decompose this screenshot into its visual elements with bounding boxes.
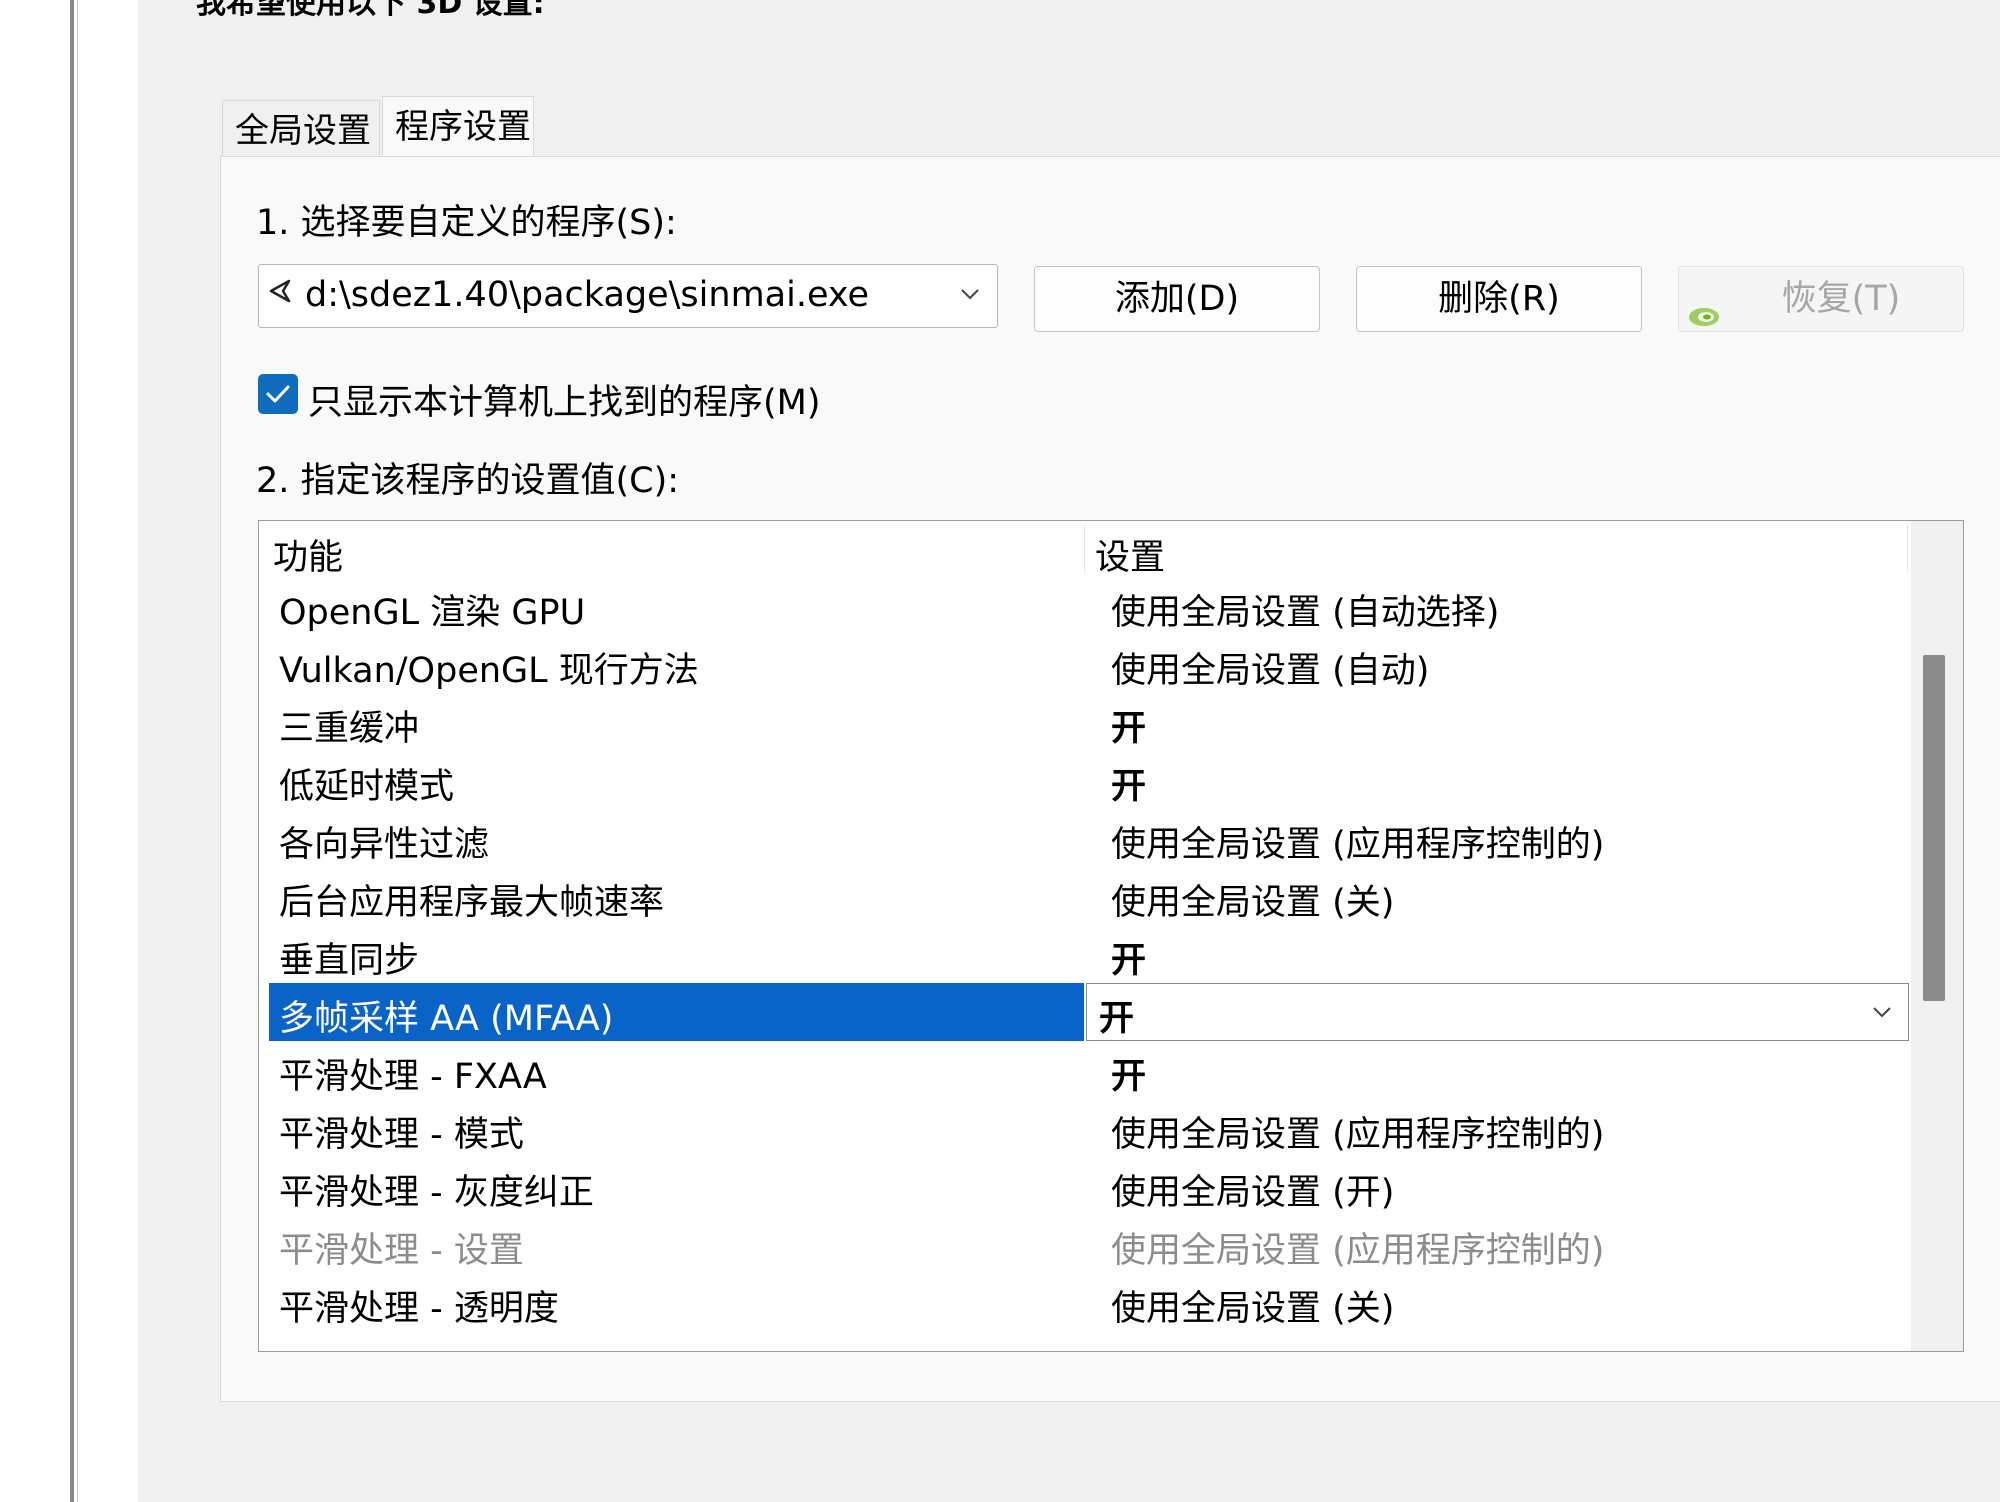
table-row[interactable]: 垂直同步 开 bbox=[269, 925, 1909, 983]
add-button[interactable]: 添加(D) bbox=[1034, 266, 1320, 332]
nvidia-logo-icon bbox=[1687, 287, 1721, 326]
selected-program: d:\sdez1.40\package\sinmai.exe bbox=[305, 275, 870, 315]
column-divider[interactable] bbox=[1907, 525, 1908, 573]
setting-value: 使用全局设置 (应用程序控制的) bbox=[1111, 825, 1605, 865]
vertical-scrollbar[interactable] bbox=[1911, 521, 1963, 1351]
table-row[interactable]: 平滑处理 - FXAA 开 bbox=[269, 1041, 1909, 1099]
remove-button[interactable]: 删除(R) bbox=[1356, 266, 1642, 332]
setting-value: 使用全局设置 (关) bbox=[1111, 883, 1395, 923]
step2-label: 2. 指定该程序的设置值(C): bbox=[256, 461, 680, 501]
feature-name: 平滑处理 - 透明度 bbox=[279, 1289, 559, 1329]
setting-value: 使用全局设置 (开) bbox=[1111, 1173, 1395, 1213]
setting-value: 开 bbox=[1111, 709, 1147, 749]
feature-name: 低延时模式 bbox=[279, 767, 455, 807]
tab-global-settings[interactable]: 全局设置 bbox=[222, 100, 380, 158]
feature-name: 各向异性过滤 bbox=[279, 825, 490, 865]
column-header-feature[interactable]: 功能 bbox=[273, 529, 343, 580]
chevron-down-icon[interactable] bbox=[957, 281, 983, 307]
list-header: 功能 设置 bbox=[259, 521, 1909, 580]
table-row[interactable]: 平滑处理 - 透明度 使用全局设置 (关) bbox=[269, 1273, 1909, 1331]
chevron-down-icon[interactable] bbox=[1869, 999, 1895, 1025]
feature-name: OpenGL 渲染 GPU bbox=[279, 593, 586, 633]
table-row[interactable]: 平滑处理 - 灰度纠正 使用全局设置 (开) bbox=[269, 1157, 1909, 1215]
step1-label: 1. 选择要自定义的程序(S): bbox=[256, 203, 677, 243]
table-row-disabled: 平滑处理 - 设置 使用全局设置 (应用程序控制的) bbox=[269, 1215, 1909, 1273]
setting-value: 使用全局设置 (应用程序控制的) bbox=[1111, 1115, 1605, 1155]
settings-list: 功能 设置 OpenGL 渲染 GPU 使用全局设置 (自动选择) Vulkan… bbox=[258, 520, 1964, 1352]
feature-name: 平滑处理 - FXAA bbox=[279, 1057, 547, 1097]
table-row[interactable]: 后台应用程序最大帧速率 使用全局设置 (关) bbox=[269, 867, 1909, 925]
window-left-edge bbox=[0, 0, 138, 1502]
setting-value: 使用全局设置 (自动选择) bbox=[1111, 593, 1500, 633]
setting-value: 开 bbox=[1111, 1057, 1147, 1097]
feature-name: 垂直同步 bbox=[279, 941, 420, 981]
setting-value: 开 bbox=[1111, 767, 1147, 807]
table-row[interactable]: 平滑处理 - 模式 使用全局设置 (应用程序控制的) bbox=[269, 1099, 1909, 1157]
app-arrow-icon bbox=[267, 277, 295, 313]
restore-label: 恢复(T) bbox=[1781, 279, 1901, 319]
feature-name: 后台应用程序最大帧速率 bbox=[279, 883, 665, 923]
feature-name: Vulkan/OpenGL 现行方法 bbox=[279, 651, 699, 691]
table-row[interactable]: 各向异性过滤 使用全局设置 (应用程序控制的) bbox=[269, 809, 1909, 867]
feature-name: 平滑处理 - 模式 bbox=[279, 1115, 524, 1155]
feature-name: 平滑处理 - 设置 bbox=[279, 1231, 524, 1271]
setting-value: 使用全局设置 (应用程序控制的) bbox=[1111, 1231, 1605, 1271]
scrollbar-thumb[interactable] bbox=[1923, 655, 1945, 1001]
table-row-selected[interactable]: 多帧采样 AA (MFAA) 开 bbox=[269, 983, 1909, 1041]
setting-value: 开 bbox=[1099, 999, 1135, 1039]
table-row[interactable]: Vulkan/OpenGL 现行方法 使用全局设置 (自动) bbox=[269, 635, 1909, 693]
show-found-programs-checkbox[interactable] bbox=[258, 374, 298, 414]
table-row[interactable]: 三重缓冲 开 bbox=[269, 693, 1909, 751]
table-row[interactable]: 低延时模式 开 bbox=[269, 751, 1909, 809]
tab-program-settings[interactable]: 程序设置 bbox=[382, 96, 534, 158]
setting-value: 开 bbox=[1111, 941, 1147, 981]
restore-button[interactable]: 恢复(T) bbox=[1678, 266, 1964, 332]
program-select[interactable]: d:\sdez1.40\package\sinmai.exe bbox=[258, 264, 998, 328]
setting-dropdown[interactable] bbox=[1086, 983, 1909, 1041]
feature-name: 平滑处理 - 灰度纠正 bbox=[279, 1173, 594, 1213]
window-border-inner bbox=[77, 0, 78, 1502]
setting-value: 使用全局设置 (自动) bbox=[1111, 651, 1430, 691]
feature-name: 三重缓冲 bbox=[279, 709, 420, 749]
window-border bbox=[70, 0, 74, 1502]
table-row[interactable]: OpenGL 渲染 GPU 使用全局设置 (自动选择) bbox=[269, 577, 1909, 635]
page-heading: 我希望使用以下 3D 设置: bbox=[196, 0, 545, 21]
feature-name: 多帧采样 AA (MFAA) bbox=[279, 999, 614, 1039]
column-header-setting[interactable]: 设置 bbox=[1095, 529, 1165, 580]
setting-value: 使用全局设置 (关) bbox=[1111, 1289, 1395, 1329]
show-found-programs-label[interactable]: 只显示本计算机上找到的程序(M) bbox=[308, 374, 821, 425]
column-divider[interactable] bbox=[1084, 525, 1085, 573]
